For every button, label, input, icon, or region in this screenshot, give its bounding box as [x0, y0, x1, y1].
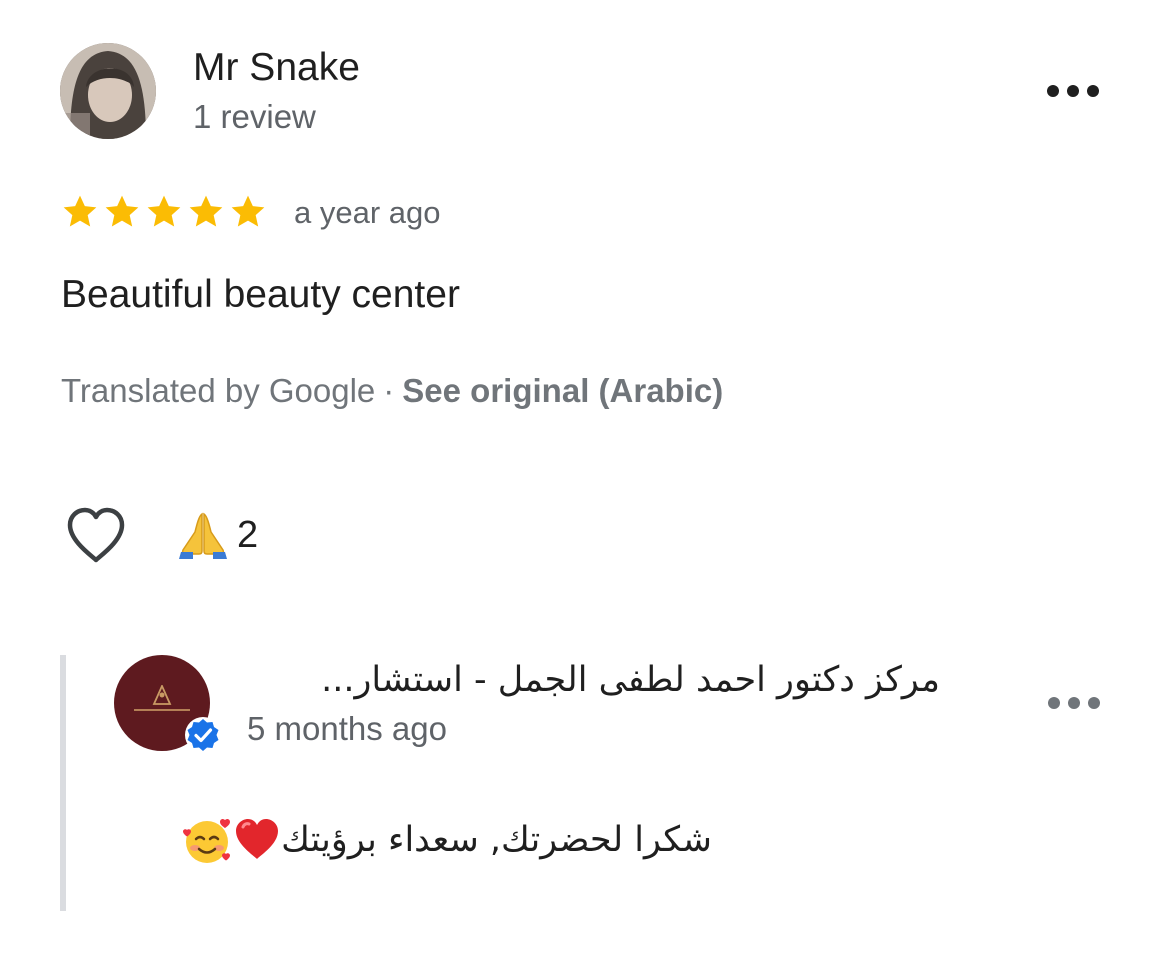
star-rating	[60, 192, 268, 232]
translated-by-label: Translated by Google	[61, 372, 376, 409]
owner-logo-wordmark	[134, 709, 190, 711]
smiling-face-with-hearts-icon	[183, 818, 231, 863]
reply-indent-bar	[60, 655, 66, 911]
separator: ·	[383, 372, 395, 409]
verified-badge-icon	[185, 717, 221, 753]
reply-body: شكرا لحضرتك, سعداء برؤيتك	[112, 810, 712, 870]
reaction-count: 2	[237, 514, 259, 556]
author-review-count: 1 review	[193, 98, 316, 135]
review-text: Beautiful beauty center	[61, 273, 460, 316]
reaction-summary[interactable]: 2	[177, 510, 258, 560]
author-avatar[interactable]	[60, 43, 156, 139]
red-heart-icon	[236, 819, 279, 859]
star-icon	[189, 195, 223, 227]
star-icon	[147, 195, 181, 227]
star-icon	[231, 195, 265, 227]
owner-logo-icon	[152, 685, 172, 705]
star-icon	[105, 195, 139, 227]
heart-outline-icon	[67, 507, 125, 563]
reply-time: 5 months ago	[247, 710, 447, 747]
folded-hands-icon	[179, 512, 227, 559]
star-icon	[63, 195, 97, 227]
reply-text: شكرا لحضرتك, سعداء برؤيتك	[281, 820, 712, 860]
review-more-options-icon[interactable]	[1047, 76, 1099, 106]
translation-note: Translated by Google · See original (Arabi…	[61, 370, 723, 412]
author-name[interactable]: Mr Snake	[193, 44, 360, 92]
reply-more-options-icon[interactable]	[1048, 688, 1100, 718]
see-original-link[interactable]: See original (Arabic)	[402, 372, 723, 409]
review-time: a year ago	[294, 195, 441, 230]
owner-name[interactable]: مركز دكتور احمد لطفى الجمل - استشار...	[246, 654, 940, 706]
like-button[interactable]	[64, 505, 128, 565]
